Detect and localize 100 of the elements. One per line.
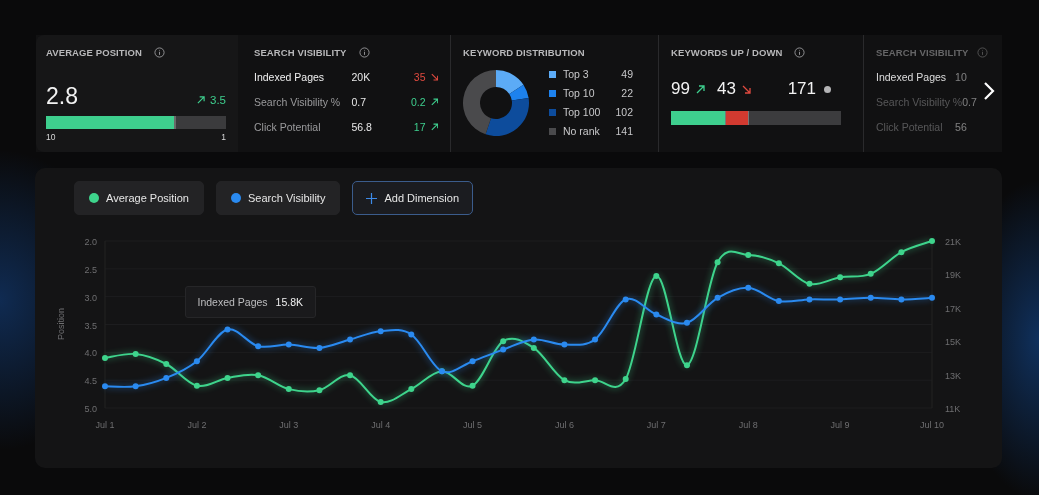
point	[102, 354, 108, 361]
point	[806, 280, 813, 287]
axis-label: 3.0	[84, 292, 97, 303]
point	[653, 273, 660, 280]
legend-count: 22	[620, 87, 633, 99]
point	[224, 374, 231, 381]
tooltip-value: 15.8K	[275, 295, 304, 308]
legend-label: Top 100	[563, 106, 602, 118]
legend-label: No rank	[563, 125, 601, 137]
point	[561, 377, 568, 384]
metric-value: 20K	[351, 70, 372, 83]
point	[714, 294, 721, 301]
metric-label: Search Visibility %	[254, 95, 342, 108]
metric-label: Click Potential	[254, 120, 322, 133]
axis-label: Jul 1	[95, 420, 115, 430]
axis-label: Jul 9	[830, 420, 850, 430]
point	[285, 386, 292, 393]
point	[837, 296, 844, 303]
tooltip-label: Indexed Pages	[197, 295, 268, 308]
axis-label: Jul 8	[738, 420, 758, 430]
change-value: 35	[412, 70, 426, 83]
point	[102, 383, 108, 390]
card-title: SEARCH VISIBILITY	[876, 46, 969, 58]
metric-label: Click Potential	[876, 120, 944, 133]
point	[500, 346, 507, 353]
point	[867, 270, 874, 277]
legend-count: 102	[614, 106, 633, 118]
axis-label: 15K	[945, 337, 961, 348]
point	[163, 361, 170, 368]
legend-count: 141	[614, 125, 633, 137]
info-icon[interactable]	[358, 46, 370, 58]
metric-value: 0.7	[351, 95, 368, 108]
scale-label: 10	[46, 132, 56, 142]
axis-label: 4.5	[84, 376, 97, 387]
axis-label: 19K	[945, 270, 961, 281]
scale-label: 1	[221, 132, 226, 142]
metric-label: Search Visibility %	[876, 95, 963, 108]
axis-label: 5.0	[84, 404, 97, 414]
point	[408, 386, 415, 393]
status-dot	[824, 85, 831, 93]
point	[316, 387, 323, 394]
plus-icon	[366, 192, 378, 204]
axis-label: 11K	[945, 404, 961, 414]
axis-label: Jul 2	[187, 420, 207, 430]
point	[592, 377, 599, 384]
unchanged-count: 171	[787, 79, 816, 99]
point	[592, 336, 599, 343]
point	[898, 296, 905, 303]
point	[193, 358, 200, 365]
change-value: 17	[412, 120, 426, 133]
point	[867, 294, 874, 301]
point	[898, 249, 905, 256]
point	[255, 372, 262, 379]
point	[622, 376, 629, 383]
axis-label: 21K	[945, 237, 961, 247]
point	[163, 374, 170, 381]
down-count: 43	[716, 79, 736, 99]
point	[530, 336, 537, 343]
point	[622, 296, 629, 303]
axis-label: Jul 7	[646, 420, 666, 430]
point	[806, 296, 813, 303]
point	[316, 344, 323, 351]
position-value: 2.8	[46, 83, 78, 110]
point	[837, 274, 844, 281]
legend-count: 49	[620, 68, 633, 80]
axis-label: Jul 10	[920, 420, 944, 430]
point	[929, 294, 935, 301]
series-toggle[interactable]: Search Visibility	[215, 181, 341, 215]
axis-title: Position	[56, 308, 66, 340]
axis-label: Jul 6	[554, 420, 574, 430]
axis-label: 2.0	[84, 237, 97, 247]
card-title: SEARCH VISIBILITY	[254, 46, 347, 58]
info-icon[interactable]	[794, 46, 806, 58]
metric-value: 56	[955, 120, 968, 133]
point	[653, 311, 660, 318]
point	[224, 326, 231, 333]
axis-label: Jul 3	[279, 420, 299, 430]
change-value: 0.2	[409, 95, 426, 108]
point	[132, 383, 139, 390]
add-dimension-button[interactable]: Add Dimension	[352, 181, 473, 215]
metric-value: 0.7	[962, 95, 978, 108]
card-title: KEYWORDS UP / DOWN	[671, 46, 783, 58]
point	[683, 362, 690, 369]
point	[561, 341, 568, 348]
point	[683, 319, 690, 326]
axis-label: 3.5	[84, 320, 97, 331]
legend-label: Top 10	[563, 87, 596, 99]
card-title: KEYWORD DISTRIBUTION	[463, 46, 585, 58]
metric-label: Indexed Pages	[254, 70, 326, 83]
point	[714, 259, 721, 266]
point	[347, 336, 354, 343]
up-count: 99	[671, 79, 690, 99]
metric-label: Indexed Pages	[876, 70, 948, 83]
info-icon[interactable]	[153, 46, 165, 58]
point	[347, 372, 354, 379]
axis-label: Jul 5	[463, 420, 483, 430]
metric-value: 56.8	[351, 120, 373, 133]
axis-label: 13K	[945, 370, 961, 381]
axis-label: Jul 4	[371, 420, 391, 430]
series-toggle[interactable]: Average Position	[74, 181, 204, 215]
